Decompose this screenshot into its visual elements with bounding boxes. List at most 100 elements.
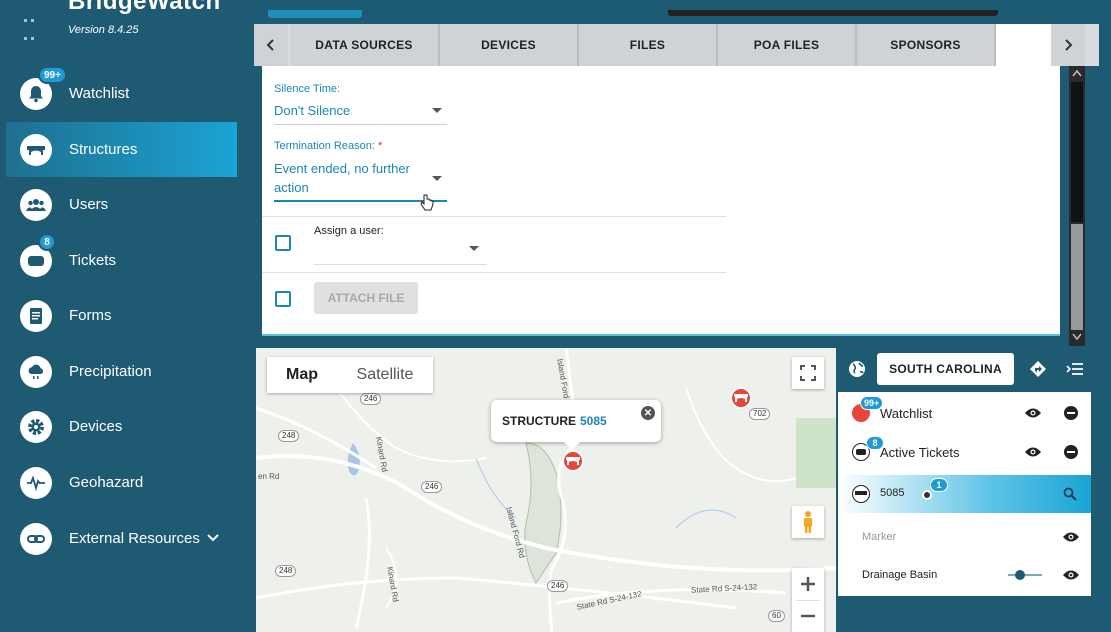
sidebar-item-external-resources[interactable]: External Resources bbox=[6, 511, 237, 566]
app-version: Version 8.4.25 bbox=[68, 24, 139, 36]
remove-layer-icon[interactable] bbox=[1064, 406, 1078, 420]
tabs-bar: DATA SOURCES DEVICES FILES POA FILES SPO… bbox=[254, 24, 1099, 66]
eye-icon[interactable] bbox=[1062, 531, 1080, 543]
tab-scroll-left-button[interactable] bbox=[254, 24, 288, 66]
top-button-partial[interactable] bbox=[268, 10, 362, 18]
top-bar-partial bbox=[668, 10, 998, 16]
chevron-down-icon[interactable] bbox=[432, 108, 442, 113]
form-scrollbar[interactable] bbox=[1069, 66, 1085, 346]
state-select-button[interactable]: SOUTH CAROLINA bbox=[877, 353, 1014, 385]
map-view[interactable]: Island Ford Rd Kinard Rd en Rd Island Fo… bbox=[256, 348, 836, 632]
users-icon bbox=[20, 189, 52, 221]
row-separator bbox=[262, 272, 726, 273]
termination-reason-select[interactable]: Event ended, no further action bbox=[274, 159, 410, 197]
popup-prefix: STRUCTURE bbox=[502, 414, 576, 428]
fullscreen-button[interactable] bbox=[792, 357, 824, 389]
structure-layer-badge: 1 bbox=[930, 478, 948, 492]
opacity-slider-handle[interactable] bbox=[1014, 570, 1025, 580]
directions-icon[interactable] bbox=[1029, 360, 1047, 378]
scrollbar-track bbox=[1071, 224, 1083, 330]
opacity-slider[interactable] bbox=[1008, 574, 1042, 576]
bridge-icon bbox=[852, 485, 870, 503]
tab-poa-files[interactable]: POA FILES bbox=[718, 24, 857, 66]
popup-tail bbox=[564, 442, 580, 450]
route-shield: 248 bbox=[275, 565, 297, 577]
route-shield: 248 bbox=[278, 430, 300, 442]
chevron-down-icon[interactable] bbox=[469, 246, 479, 251]
layer-row-drainage-basin[interactable]: Drainage Basin bbox=[838, 556, 1091, 594]
scroll-down-icon[interactable] bbox=[1069, 330, 1085, 344]
bridge-icon bbox=[566, 457, 580, 465]
tab-devices[interactable]: DEVICES bbox=[440, 24, 579, 66]
route-shield: 60 bbox=[768, 610, 785, 622]
tab-data-sources[interactable]: DATA SOURCES bbox=[290, 24, 440, 66]
sidebar-item-watchlist[interactable]: 99+ Watchlist bbox=[6, 66, 237, 121]
sidebar-item-users[interactable]: Users bbox=[6, 177, 237, 232]
chevron-right-icon bbox=[1065, 39, 1073, 51]
zoom-in-icon[interactable] bbox=[800, 576, 816, 592]
sidebar: BridgeWatch Version 8.4.25 99+ Watchlist… bbox=[0, 0, 254, 632]
eye-icon[interactable] bbox=[1024, 407, 1042, 419]
assign-user-checkbox[interactable] bbox=[275, 235, 291, 251]
layers-panel: SOUTH CAROLINA 99+ Watchlist 8 Active Ti… bbox=[836, 348, 1095, 632]
layer-row-watchlist[interactable]: 99+ Watchlist bbox=[838, 394, 1091, 432]
layer-row-structure-5085[interactable]: 5085 1 bbox=[838, 475, 1091, 513]
sidebar-item-label: External Resources bbox=[69, 530, 200, 547]
sidebar-item-label: Structures bbox=[69, 141, 138, 158]
grip-icon[interactable] bbox=[24, 10, 48, 40]
sidebar-item-devices[interactable]: Devices bbox=[6, 399, 237, 454]
chevron-down-icon[interactable] bbox=[206, 531, 220, 545]
sidebar-item-tickets[interactable]: 8 Tickets bbox=[6, 233, 237, 288]
layer-label: Marker bbox=[862, 531, 897, 543]
link-icon bbox=[20, 523, 52, 555]
globe-icon[interactable] bbox=[848, 360, 866, 378]
structure-popup: STRUCTURE 5085 ✕ bbox=[491, 400, 661, 450]
layer-row-active-tickets[interactable]: 8 Active Tickets bbox=[838, 433, 1091, 471]
silence-underline bbox=[274, 124, 447, 125]
fullscreen-icon bbox=[800, 365, 816, 381]
eye-icon[interactable] bbox=[1024, 446, 1042, 458]
tab-sponsors[interactable]: SPONSORS bbox=[857, 24, 996, 66]
layers-header: SOUTH CAROLINA bbox=[836, 348, 1095, 390]
layer-row-marker[interactable]: Marker bbox=[838, 518, 1091, 556]
tab-files[interactable]: FILES bbox=[579, 24, 718, 66]
bridge-icon bbox=[734, 394, 748, 402]
chevron-down-icon[interactable] bbox=[432, 176, 442, 181]
attach-file-checkbox[interactable] bbox=[275, 291, 291, 307]
eye-icon[interactable] bbox=[1062, 569, 1080, 581]
tab-scroll-right-button[interactable] bbox=[1051, 24, 1085, 66]
form-icon bbox=[20, 300, 52, 332]
termination-value-line1: Event ended, no further bbox=[274, 161, 410, 176]
route-shield: 246 bbox=[421, 481, 443, 493]
layer-label: Watchlist bbox=[880, 405, 933, 421]
scroll-up-icon[interactable] bbox=[1069, 66, 1085, 80]
sidebar-item-forms[interactable]: Forms bbox=[6, 288, 237, 343]
attach-file-button[interactable]: ATTACH FILE bbox=[314, 282, 418, 314]
street-view-button[interactable] bbox=[792, 506, 824, 538]
sidebar-item-precipitation[interactable]: Precipitation bbox=[6, 344, 237, 399]
structure-marker[interactable] bbox=[562, 450, 584, 472]
sidebar-item-label: Forms bbox=[69, 307, 112, 324]
remove-layer-icon[interactable] bbox=[1064, 445, 1078, 459]
bridge-icon bbox=[20, 134, 52, 166]
bell-icon bbox=[922, 490, 932, 500]
sidebar-item-geohazard[interactable]: Geohazard bbox=[6, 455, 237, 510]
scrollbar-thumb[interactable] bbox=[1071, 82, 1083, 222]
sidebar-item-structures[interactable]: Structures bbox=[6, 122, 237, 177]
silence-time-label: Silence Time: bbox=[274, 83, 341, 95]
silence-time-select[interactable]: Don't Silence bbox=[274, 101, 350, 120]
popup-structure-number[interactable]: 5085 bbox=[580, 414, 607, 428]
collapse-menu-icon[interactable] bbox=[1066, 361, 1084, 377]
close-icon[interactable]: ✕ bbox=[641, 406, 655, 420]
structure-marker[interactable] bbox=[730, 387, 752, 409]
map-type-map-button[interactable]: Map bbox=[267, 357, 337, 393]
app-brand: BridgeWatch bbox=[68, 0, 221, 15]
termination-label-text: Termination Reason: bbox=[274, 140, 375, 152]
pegman-icon bbox=[804, 511, 812, 533]
top-strip bbox=[254, 10, 1099, 24]
layers-list: 99+ Watchlist 8 Active Tickets 5085 1 Ma… bbox=[838, 392, 1091, 596]
form-panel: Silence Time: Don't Silence Termination … bbox=[262, 66, 1060, 336]
map-type-satellite-button[interactable]: Satellite bbox=[337, 357, 433, 393]
zoom-out-icon[interactable] bbox=[800, 608, 816, 624]
search-icon[interactable] bbox=[1063, 487, 1077, 501]
